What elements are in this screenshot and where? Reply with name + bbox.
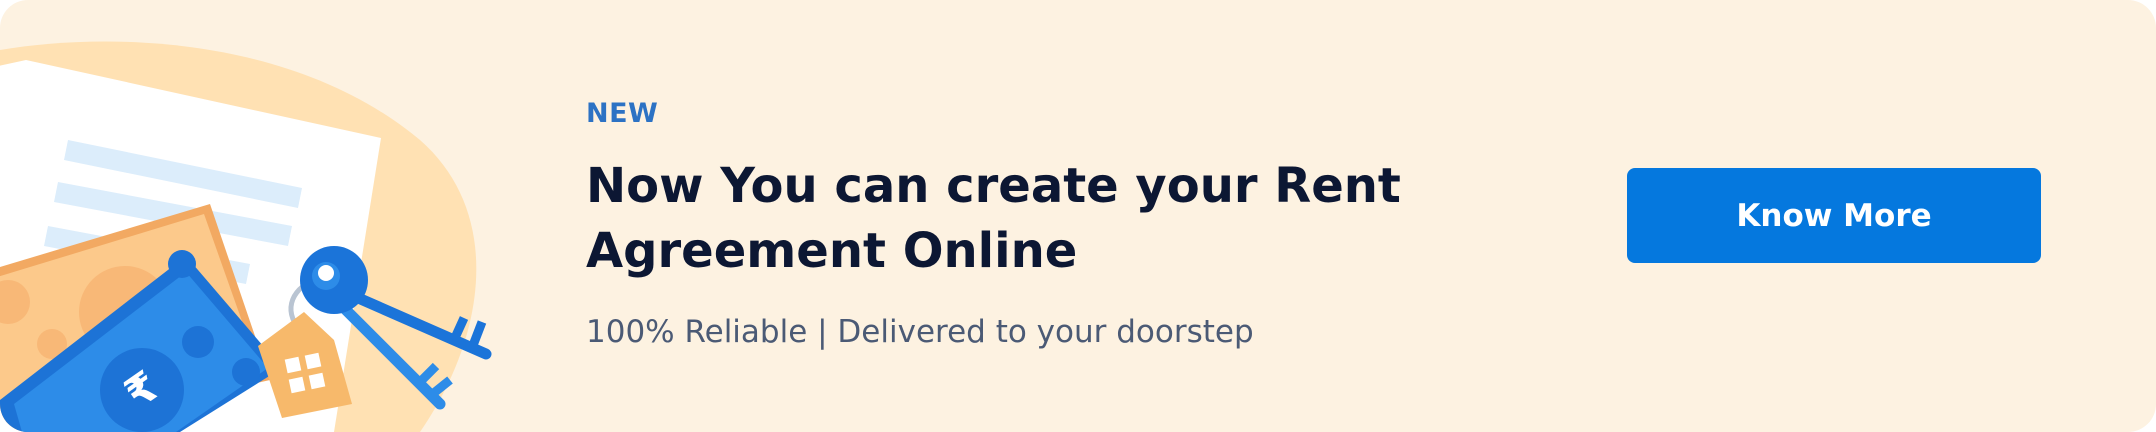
rent-agreement-illustration: ₹ bbox=[0, 41, 492, 432]
new-badge: NEW bbox=[586, 98, 659, 129]
know-more-button[interactable]: Know More bbox=[1627, 168, 2041, 263]
banner-content: NEW Now You can create your Rent Agreeme… bbox=[586, 0, 1406, 432]
banner-title: Now You can create your Rent Agreement O… bbox=[586, 158, 1401, 279]
rent-agreement-banner: ₹ NEW Now You can create your Rent Agree… bbox=[0, 0, 2156, 432]
banner-subtitle: 100% Reliable | Delivered to your doorst… bbox=[586, 314, 1254, 350]
